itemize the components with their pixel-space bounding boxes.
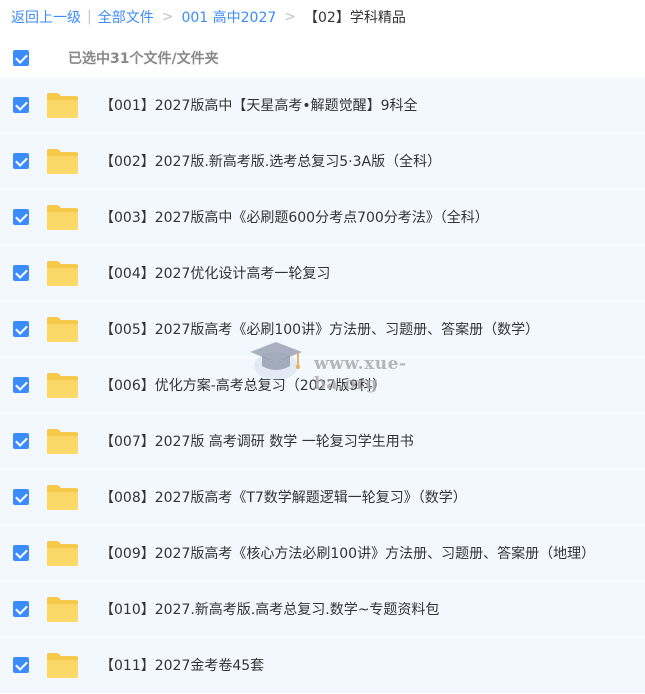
folder-icon (46, 92, 79, 119)
folder-icon (46, 204, 79, 231)
folder-icon (46, 148, 79, 175)
file-row[interactable]: 【001】2027版高中【天星高考•解题觉醒】9科全 (0, 78, 645, 133)
all-files-link[interactable]: 全部文件 (98, 7, 154, 27)
breadcrumb: 返回上一级 | 全部文件 > 001 高中2027 > 【02】学科精品 (11, 6, 406, 28)
file-list: 【001】2027版高中【天星高考•解题觉醒】9科全【002】2027版.新高考… (0, 78, 645, 694)
file-name[interactable]: 【001】2027版高中【天星高考•解题觉醒】9科全 (100, 95, 418, 115)
folder-icon (46, 540, 79, 567)
file-row[interactable]: 【003】2027版高中《必刷题600分考点700分考法》（全科） (0, 190, 645, 245)
file-checkbox[interactable] (13, 489, 29, 505)
file-name[interactable]: 【008】2027版高考《T7数学解题逻辑一轮复习》（数学） (100, 487, 467, 507)
folder-icon (46, 372, 79, 399)
file-row[interactable]: 【002】2027版.新高考版.选考总复习5·3A版（全科） (0, 134, 645, 189)
folder-icon (46, 596, 79, 623)
file-checkbox[interactable] (13, 153, 29, 169)
file-checkbox[interactable] (13, 265, 29, 281)
file-name[interactable]: 【006】优化方案-高考总复习（2027版9科） (100, 375, 386, 395)
file-checkbox[interactable] (13, 433, 29, 449)
file-row[interactable]: 【005】2027版高考《必刷100讲》方法册、习题册、答案册（数学） (0, 302, 645, 357)
file-name[interactable]: 【005】2027版高考《必刷100讲》方法册、习题册、答案册（数学） (100, 319, 539, 339)
file-row[interactable]: 【010】2027.新高考版.高考总复习.数学~专题资料包 (0, 582, 645, 637)
file-name[interactable]: 【003】2027版高中《必刷题600分考点700分考法》（全科） (100, 207, 489, 227)
select-all-checkbox[interactable] (13, 50, 29, 66)
file-checkbox[interactable] (13, 97, 29, 113)
folder-icon (46, 652, 79, 679)
folder-icon (46, 484, 79, 511)
folder-icon (46, 428, 79, 455)
breadcrumb-chevron: > (284, 9, 296, 25)
breadcrumb-folder-link[interactable]: 001 高中2027 (181, 7, 276, 27)
file-checkbox[interactable] (13, 601, 29, 617)
file-name[interactable]: 【010】2027.新高考版.高考总复习.数学~专题资料包 (100, 599, 439, 619)
select-all-row: 已选中31个文件/文件夹 (0, 43, 645, 73)
file-checkbox[interactable] (13, 321, 29, 337)
file-row[interactable]: 【008】2027版高考《T7数学解题逻辑一轮复习》（数学） (0, 470, 645, 525)
file-name[interactable]: 【002】2027版.新高考版.选考总复习5·3A版（全科） (100, 151, 441, 171)
file-row[interactable]: 【009】2027版高考《核心方法必刷100讲》方法册、习题册、答案册（地理） (0, 526, 645, 581)
file-name[interactable]: 【007】2027版 高考调研 数学 一轮复习学生用书 (100, 431, 414, 451)
file-checkbox[interactable] (13, 377, 29, 393)
back-link[interactable]: 返回上一级 (11, 7, 81, 27)
file-name[interactable]: 【009】2027版高考《核心方法必刷100讲》方法册、习题册、答案册（地理） (100, 543, 595, 563)
file-checkbox[interactable] (13, 545, 29, 561)
breadcrumb-current: 【02】学科精品 (304, 10, 406, 26)
file-row[interactable]: 【007】2027版 高考调研 数学 一轮复习学生用书 (0, 414, 645, 469)
breadcrumb-chevron: > (161, 9, 174, 25)
file-checkbox[interactable] (13, 209, 29, 225)
selection-count-label: 已选中31个文件/文件夹 (68, 51, 219, 67)
folder-icon (46, 316, 79, 343)
file-name[interactable]: 【004】2027优化设计高考一轮复习 (100, 263, 330, 283)
file-row[interactable]: 【011】2027金考卷45套 (0, 638, 645, 693)
file-checkbox[interactable] (13, 657, 29, 673)
file-row[interactable]: 【006】优化方案-高考总复习（2027版9科） (0, 358, 645, 413)
file-row[interactable]: 【004】2027优化设计高考一轮复习 (0, 246, 645, 301)
file-name[interactable]: 【011】2027金考卷45套 (100, 655, 264, 675)
breadcrumb-separator: | (87, 9, 92, 25)
folder-icon (46, 260, 79, 287)
